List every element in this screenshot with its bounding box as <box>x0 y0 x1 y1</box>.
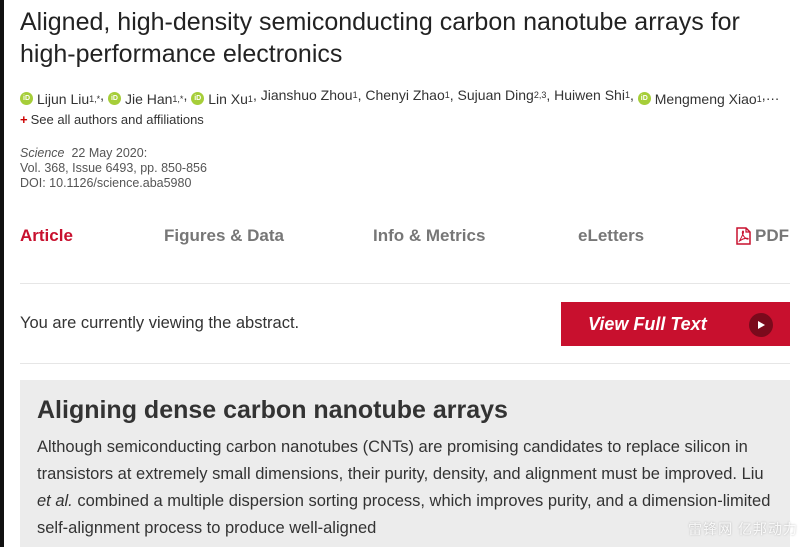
author-separator: , <box>252 87 261 103</box>
divider-top <box>20 283 790 284</box>
tab-info-metrics[interactable]: Info & Metrics <box>373 226 485 246</box>
author-separator: , <box>357 87 366 103</box>
orcid-icon: iD <box>191 92 205 105</box>
divider-bottom <box>20 363 790 364</box>
author-name: Lin Xu <box>208 90 248 107</box>
authors-ellipsis: … <box>765 87 780 103</box>
tab-pdf[interactable]: PDF <box>736 226 789 246</box>
tab-article[interactable]: Article <box>20 226 73 246</box>
author-link[interactable]: Huiwen Shi 1 <box>554 87 630 103</box>
article-title: Aligned, high-density semiconducting car… <box>20 8 740 68</box>
article-tabs: Article Figures & Data Info & Metrics eL… <box>20 226 790 250</box>
author-list: iD Lijun Liu 1,*, iD Jie Han 1,*, iD Lin Xu 1,… <box>20 87 800 107</box>
see-all-authors-link[interactable]: + See all authors and affiliations <box>20 112 204 127</box>
summary-heading: Aligning dense carbon nanotube arrays <box>37 396 508 424</box>
author-link[interactable]: Chenyi Zhao 1 <box>365 87 449 103</box>
author-name: Chenyi Zhao <box>365 87 445 103</box>
author-name: Huiwen Shi <box>554 87 625 103</box>
editor-summary-panel: Aligning dense carbon nanotube arrays Al… <box>20 380 790 547</box>
author-name: Jie Han <box>124 90 173 107</box>
author-separator: , <box>183 87 192 103</box>
author-separator: , <box>546 87 555 103</box>
author-link[interactable]: Sujuan Ding 2,3 <box>458 87 547 103</box>
orcid-icon: iD <box>20 92 33 105</box>
author-name: Sujuan Ding <box>457 87 534 103</box>
watermark-logo: 雷锋网 亿邦动力 <box>688 521 798 537</box>
tab-pdf-label: PDF <box>755 226 789 245</box>
author-separator: , <box>449 87 458 103</box>
abstract-status-text: You are currently viewing the abstract. <box>20 314 300 332</box>
orcid-icon: iD <box>107 92 121 105</box>
author-name: Lijun Liu <box>37 90 90 107</box>
see-all-label: See all authors and affiliations <box>30 112 204 127</box>
view-full-text-label: View Full Text <box>588 313 707 334</box>
volume-info: Vol. 368, Issue 6493, pp. 850-856 <box>20 161 207 175</box>
author-name: Mengmeng Xiao <box>654 90 757 107</box>
summary-text-part-2: combined a multiple dispersion sorting p… <box>37 492 771 537</box>
summary-text-et-al: et al. <box>37 492 73 510</box>
author-link[interactable]: iD Lijun Liu 1,* <box>20 91 100 107</box>
author-link[interactable]: iD Jie Han 1,* <box>107 90 183 107</box>
view-full-text-button[interactable]: View Full Text <box>561 302 790 346</box>
tab-eletters[interactable]: eLetters <box>578 226 644 246</box>
play-icon <box>749 313 773 337</box>
left-edge-bar <box>0 0 4 547</box>
author-link[interactable]: iD Mengmeng Xiao 1 <box>637 90 762 107</box>
author-link[interactable]: iD Lin Xu 1 <box>191 91 253 107</box>
citation-meta: Science 22 May 2020: Vol. 368, Issue 649… <box>20 146 207 191</box>
author-separator: , <box>629 87 638 103</box>
author-separator: , <box>100 87 108 103</box>
plus-icon: + <box>20 112 28 127</box>
summary-text: Although semiconducting carbon nanotubes… <box>37 434 777 542</box>
author-link[interactable]: Jianshuo Zhou 1 <box>261 87 358 103</box>
summary-text-part-1: Although semiconducting carbon nanotubes… <box>37 438 764 483</box>
journal-name: Science <box>20 146 65 160</box>
author-name: Jianshuo Zhou <box>260 87 353 103</box>
publication-date: 22 May 2020: <box>71 146 148 160</box>
pdf-icon <box>736 227 755 245</box>
doi: DOI: 10.1126/science.aba5980 <box>20 176 192 190</box>
orcid-icon: iD <box>637 92 651 105</box>
tab-figures-data[interactable]: Figures & Data <box>164 226 284 246</box>
